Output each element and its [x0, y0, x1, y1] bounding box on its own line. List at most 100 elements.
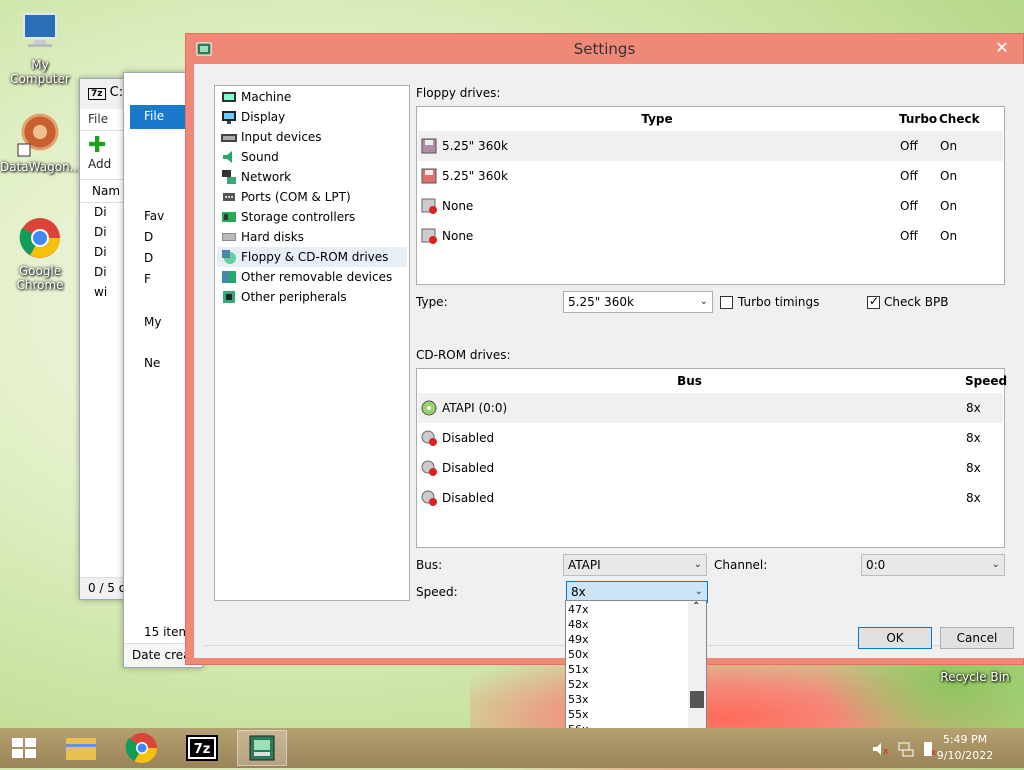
tree-item-display[interactable]: Display: [217, 107, 407, 127]
bus-select[interactable]: ATAPI ⌄: [563, 554, 707, 576]
channel-select[interactable]: 0:0 ⌄: [861, 554, 1005, 576]
volume-muted-icon[interactable]: x: [872, 741, 889, 757]
speed-label: Speed:: [416, 585, 458, 599]
chevron-down-icon: ⌄: [991, 559, 1000, 570]
machine-icon: [221, 89, 237, 105]
chevron-down-icon: ⌄: [693, 559, 702, 570]
cdrom-icon: [421, 400, 437, 416]
check-bpb-label: Check BPB: [884, 295, 949, 309]
nav-favorites[interactable]: Fav: [144, 209, 164, 223]
scroll-up-icon[interactable]: ⌃: [692, 601, 700, 612]
column-speed[interactable]: Speed: [965, 369, 1007, 393]
column-bus[interactable]: Bus: [417, 369, 962, 393]
floppy-row[interactable]: None Off On: [418, 191, 1003, 221]
column-type[interactable]: Type: [417, 107, 897, 131]
clock-date: 9/10/2022: [936, 749, 994, 762]
column-turbo[interactable]: Turbo: [899, 107, 937, 131]
speed-option[interactable]: 48x: [568, 617, 589, 632]
taskbar-chrome[interactable]: [117, 730, 167, 766]
tree-item-machine[interactable]: Machine: [217, 87, 407, 107]
cancel-button[interactable]: Cancel: [940, 627, 1014, 649]
desktop-icon-my-computer[interactable]: My Computer: [0, 8, 80, 86]
chevron-down-icon: ⌄: [699, 296, 708, 307]
taskbar: 7z x x 5:49 PM 9/10/2022: [0, 728, 1024, 768]
speed-option[interactable]: 53x: [568, 692, 589, 707]
cdrom-section-label: CD-ROM drives:: [416, 348, 511, 362]
floppy-row[interactable]: None Off On: [418, 221, 1003, 251]
taskbar-7zip[interactable]: 7z: [177, 730, 227, 766]
floppy-type-label: Type:: [416, 295, 448, 309]
check-bpb-checkbox[interactable]: [867, 294, 880, 309]
network-icon[interactable]: [898, 741, 914, 757]
settings-dialog[interactable]: Settings ✕ Machine Display Input devices…: [185, 33, 1024, 665]
desktop-icon-chrome[interactable]: Google Chrome: [0, 214, 80, 292]
cdrom-row[interactable]: Disabled 8x: [418, 423, 1003, 453]
category-tree[interactable]: Machine Display Input devices Sound Netw…: [214, 85, 410, 601]
floppy-type-select[interactable]: 5.25" 360k ⌄: [563, 291, 713, 313]
scrollbar-thumb[interactable]: [690, 691, 704, 708]
floppy-drive-icon: [421, 138, 437, 154]
tree-item-floppy-cdrom[interactable]: Floppy & CD-ROM drives: [217, 247, 407, 267]
nav-item[interactable]: D: [144, 251, 153, 265]
desktop-icon-datawagon[interactable]: DataWagon...: [0, 110, 81, 174]
speed-option[interactable]: 55x: [568, 707, 589, 722]
tree-item-hard-disks[interactable]: Hard disks: [217, 227, 407, 247]
speed-option[interactable]: 49x: [568, 632, 589, 647]
clock-time: 5:49 PM: [942, 733, 988, 746]
clock[interactable]: 5:49 PM 9/10/2022: [930, 732, 1000, 764]
turbo-timings-label: Turbo timings: [738, 295, 820, 309]
desktop-icon-label: Google Chrome: [16, 264, 64, 292]
peripheral-icon: [221, 289, 237, 305]
cdrom-row[interactable]: Disabled 8x: [418, 483, 1003, 513]
speed-option[interactable]: 50x: [568, 647, 589, 662]
nav-this-pc[interactable]: My: [144, 315, 161, 329]
close-button[interactable]: ✕: [987, 36, 1017, 60]
tree-item-network[interactable]: Network: [217, 167, 407, 187]
tree-item-input-devices[interactable]: Input devices: [217, 127, 407, 147]
dialog-body: Machine Display Input devices Sound Netw…: [194, 64, 1024, 658]
ok-button[interactable]: OK: [858, 627, 932, 649]
tree-item-storage-controllers[interactable]: Storage controllers: [217, 207, 407, 227]
nav-network[interactable]: Ne: [144, 356, 160, 370]
cdrom-drives-list[interactable]: Bus Speed ATAPI (0:0) 8x Disabled 8x Dis…: [416, 368, 1007, 548]
column-check-bpb[interactable]: Check BPB: [939, 107, 1004, 150]
start-button[interactable]: [0, 730, 50, 766]
speed-option[interactable]: 52x: [568, 677, 589, 692]
floppy-row[interactable]: 5.25" 360k Off On: [418, 131, 1003, 161]
chrome-icon: [16, 214, 64, 262]
speed-option[interactable]: 47x: [568, 602, 589, 617]
86box-icon: [249, 735, 275, 761]
cdrom-row[interactable]: Disabled 8x: [418, 453, 1003, 483]
chrome-icon: [125, 733, 157, 764]
bus-label: Bus:: [416, 558, 443, 572]
7zip-icon: 7z: [186, 735, 218, 761]
desktop-icon-label: My Computer: [10, 58, 70, 86]
disabled-cdrom-icon: [421, 460, 437, 476]
nav-item[interactable]: F: [144, 272, 151, 286]
taskbar-file-explorer[interactable]: [56, 730, 106, 766]
floppy-drive-icon: [421, 168, 437, 184]
nav-item[interactable]: D: [144, 230, 153, 244]
desktop-icon-recycle-bin[interactable]: Recycle Bin: [935, 670, 1015, 684]
floppy-row[interactable]: 5.25" 360k Off On: [418, 161, 1003, 191]
file-tab[interactable]: File: [130, 105, 190, 129]
dialog-title: Settings: [573, 40, 636, 58]
port-icon: [221, 189, 237, 205]
display-icon: [221, 109, 237, 125]
datawagon-icon: [16, 110, 64, 158]
tree-item-ports[interactable]: Ports (COM & LPT): [217, 187, 407, 207]
floppy-drives-list[interactable]: Type Turbo Check BPB 5.25" 360k Off On 5…: [416, 106, 1005, 285]
tree-item-other-removable[interactable]: Other removable devices: [217, 267, 407, 287]
speed-option[interactable]: 51x: [568, 662, 589, 677]
floppy-section-label: Floppy drives:: [416, 86, 501, 100]
taskbar-86box[interactable]: [237, 730, 287, 766]
svg-text:7z: 7z: [194, 742, 211, 757]
turbo-timings-checkbox[interactable]: [720, 296, 733, 309]
tree-item-other-peripherals[interactable]: Other peripherals: [217, 287, 407, 307]
speaker-icon: [221, 149, 237, 165]
desktop-icon-label: Recycle Bin: [940, 670, 1010, 684]
tree-item-sound[interactable]: Sound: [217, 147, 407, 167]
keyboard-icon: [221, 129, 237, 145]
cdrom-row[interactable]: ATAPI (0:0) 8x: [418, 393, 1003, 423]
network-icon: [221, 169, 237, 185]
